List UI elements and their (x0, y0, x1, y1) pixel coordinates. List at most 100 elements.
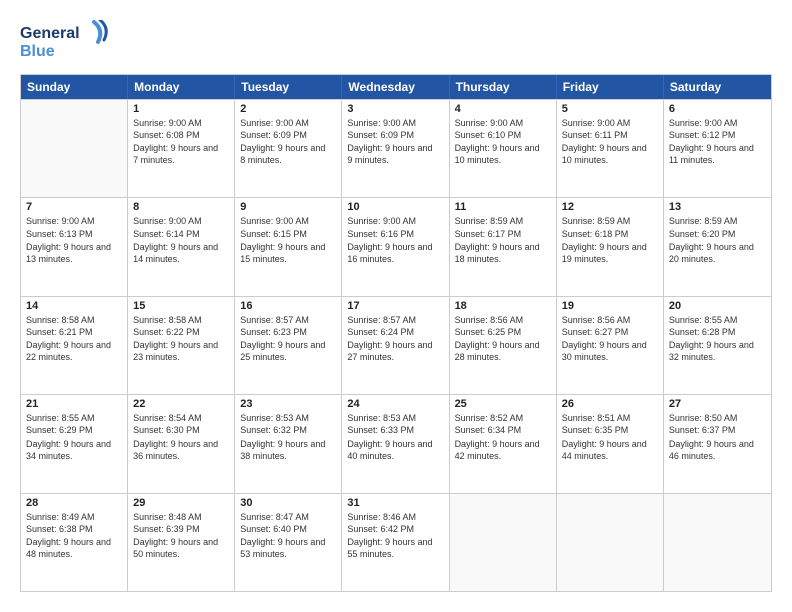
day-number-5: 5 (562, 103, 658, 115)
day-number-11: 11 (455, 201, 551, 213)
daylight-27: Daylight: 9 hours and46 minutes. (669, 438, 766, 462)
day-number-27: 27 (669, 398, 766, 410)
empty-cell-w0-0 (21, 100, 128, 197)
sunrise-29: Sunrise: 8:48 AM (133, 511, 229, 523)
daylight-10: Daylight: 9 hours and16 minutes. (347, 241, 443, 265)
day-number-21: 21 (26, 398, 122, 410)
daylight-15: Daylight: 9 hours and23 minutes. (133, 339, 229, 363)
sunrise-28: Sunrise: 8:49 AM (26, 511, 122, 523)
daylight-26: Daylight: 9 hours and44 minutes. (562, 438, 658, 462)
sunrise-31: Sunrise: 8:46 AM (347, 511, 443, 523)
day-18: 18Sunrise: 8:56 AMSunset: 6:25 PMDayligh… (450, 297, 557, 394)
daylight-23: Daylight: 9 hours and38 minutes. (240, 438, 336, 462)
sunset-3: Sunset: 6:09 PM (347, 129, 443, 141)
day-6: 6Sunrise: 9:00 AMSunset: 6:12 PMDaylight… (664, 100, 771, 197)
day-9: 9Sunrise: 9:00 AMSunset: 6:15 PMDaylight… (235, 198, 342, 295)
week-3: 14Sunrise: 8:58 AMSunset: 6:21 PMDayligh… (21, 296, 771, 394)
day-3: 3Sunrise: 9:00 AMSunset: 6:09 PMDaylight… (342, 100, 449, 197)
empty-cell-w4-5 (557, 494, 664, 591)
sunrise-15: Sunrise: 8:58 AM (133, 314, 229, 326)
day-number-19: 19 (562, 300, 658, 312)
day-number-22: 22 (133, 398, 229, 410)
day-number-6: 6 (669, 103, 766, 115)
week-4: 21Sunrise: 8:55 AMSunset: 6:29 PMDayligh… (21, 394, 771, 492)
sunset-26: Sunset: 6:35 PM (562, 424, 658, 436)
day-number-10: 10 (347, 201, 443, 213)
header-day-thursday: Thursday (450, 75, 557, 99)
day-number-29: 29 (133, 497, 229, 509)
day-16: 16Sunrise: 8:57 AMSunset: 6:23 PMDayligh… (235, 297, 342, 394)
header-day-monday: Monday (128, 75, 235, 99)
calendar: SundayMondayTuesdayWednesdayThursdayFrid… (20, 74, 772, 592)
header-day-tuesday: Tuesday (235, 75, 342, 99)
daylight-16: Daylight: 9 hours and25 minutes. (240, 339, 336, 363)
svg-text:General: General (20, 25, 80, 42)
day-7: 7Sunrise: 9:00 AMSunset: 6:13 PMDaylight… (21, 198, 128, 295)
sunset-25: Sunset: 6:34 PM (455, 424, 551, 436)
day-number-13: 13 (669, 201, 766, 213)
daylight-28: Daylight: 9 hours and48 minutes. (26, 536, 122, 560)
week-2: 7Sunrise: 9:00 AMSunset: 6:13 PMDaylight… (21, 197, 771, 295)
day-number-16: 16 (240, 300, 336, 312)
week-1: 1Sunrise: 9:00 AMSunset: 6:08 PMDaylight… (21, 99, 771, 197)
sunset-11: Sunset: 6:17 PM (455, 228, 551, 240)
sunset-15: Sunset: 6:22 PM (133, 326, 229, 338)
sunrise-6: Sunrise: 9:00 AM (669, 117, 766, 129)
daylight-14: Daylight: 9 hours and22 minutes. (26, 339, 122, 363)
day-number-31: 31 (347, 497, 443, 509)
sunset-13: Sunset: 6:20 PM (669, 228, 766, 240)
sunset-27: Sunset: 6:37 PM (669, 424, 766, 436)
header: General Blue (20, 20, 772, 62)
calendar-body: 1Sunrise: 9:00 AMSunset: 6:08 PMDaylight… (21, 99, 771, 591)
header-day-saturday: Saturday (664, 75, 771, 99)
daylight-12: Daylight: 9 hours and19 minutes. (562, 241, 658, 265)
sunrise-10: Sunrise: 9:00 AM (347, 215, 443, 227)
day-13: 13Sunrise: 8:59 AMSunset: 6:20 PMDayligh… (664, 198, 771, 295)
sunrise-20: Sunrise: 8:55 AM (669, 314, 766, 326)
day-25: 25Sunrise: 8:52 AMSunset: 6:34 PMDayligh… (450, 395, 557, 492)
sunrise-5: Sunrise: 9:00 AM (562, 117, 658, 129)
sunrise-25: Sunrise: 8:52 AM (455, 412, 551, 424)
daylight-21: Daylight: 9 hours and34 minutes. (26, 438, 122, 462)
daylight-24: Daylight: 9 hours and40 minutes. (347, 438, 443, 462)
day-31: 31Sunrise: 8:46 AMSunset: 6:42 PMDayligh… (342, 494, 449, 591)
sunrise-8: Sunrise: 9:00 AM (133, 215, 229, 227)
day-number-12: 12 (562, 201, 658, 213)
day-number-9: 9 (240, 201, 336, 213)
daylight-5: Daylight: 9 hours and10 minutes. (562, 142, 658, 166)
sunset-23: Sunset: 6:32 PM (240, 424, 336, 436)
sunset-8: Sunset: 6:14 PM (133, 228, 229, 240)
sunset-22: Sunset: 6:30 PM (133, 424, 229, 436)
sunset-17: Sunset: 6:24 PM (347, 326, 443, 338)
week-5: 28Sunrise: 8:49 AMSunset: 6:38 PMDayligh… (21, 493, 771, 591)
daylight-1: Daylight: 9 hours and7 minutes. (133, 142, 229, 166)
day-21: 21Sunrise: 8:55 AMSunset: 6:29 PMDayligh… (21, 395, 128, 492)
sunset-2: Sunset: 6:09 PM (240, 129, 336, 141)
sunrise-26: Sunrise: 8:51 AM (562, 412, 658, 424)
daylight-29: Daylight: 9 hours and50 minutes. (133, 536, 229, 560)
svg-text:Blue: Blue (20, 43, 55, 60)
day-30: 30 Sunrise: 8:47 AMSunset: 6:40 PMDayligh… (235, 494, 342, 591)
day-number-15: 15 (133, 300, 229, 312)
sunset-10: Sunset: 6:16 PM (347, 228, 443, 240)
day-number-30: 30 (240, 497, 336, 509)
sunrise-23: Sunrise: 8:53 AM (240, 412, 336, 424)
empty-cell-w4-6 (664, 494, 771, 591)
day-22: 22Sunrise: 8:54 AMSunset: 6:30 PMDayligh… (128, 395, 235, 492)
day-26: 26Sunrise: 8:51 AMSunset: 6:35 PMDayligh… (557, 395, 664, 492)
sunset-30: Sunset: 6:40 PM (240, 523, 336, 535)
sunset-4: Sunset: 6:10 PM (455, 129, 551, 141)
page: General Blue SundayMondayTuesdayWednesda… (0, 0, 792, 612)
sunset-12: Sunset: 6:18 PM (562, 228, 658, 240)
daylight-19: Daylight: 9 hours and30 minutes. (562, 339, 658, 363)
daylight-3: Daylight: 9 hours and9 minutes. (347, 142, 443, 166)
daylight-20: Daylight: 9 hours and32 minutes. (669, 339, 766, 363)
sunset-24: Sunset: 6:33 PM (347, 424, 443, 436)
sunset-20: Sunset: 6:28 PM (669, 326, 766, 338)
sunrise-30: Sunrise: 8:47 AM (240, 511, 336, 523)
daylight-11: Daylight: 9 hours and18 minutes. (455, 241, 551, 265)
sunrise-24: Sunrise: 8:53 AM (347, 412, 443, 424)
daylight-30: Daylight: 9 hours and53 minutes. (240, 536, 336, 560)
sunset-5: Sunset: 6:11 PM (562, 129, 658, 141)
sunrise-27: Sunrise: 8:50 AM (669, 412, 766, 424)
